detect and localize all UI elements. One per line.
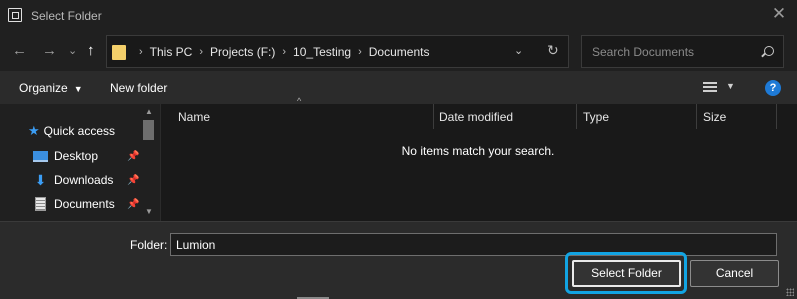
column-header-label: Type	[583, 109, 610, 124]
forward-icon[interactable]: →	[42, 41, 57, 61]
recent-locations-icon[interactable]: ⌄	[68, 41, 77, 61]
sidebar-item-downloads[interactable]: ⬇ Downloads	[33, 170, 114, 190]
organize-button[interactable]: Organize ▼	[19, 81, 83, 95]
address-dropdown-icon[interactable]: ⌄	[514, 44, 523, 57]
app-icon	[8, 8, 22, 22]
search-input[interactable]: Search Documents	[592, 45, 694, 59]
downloads-icon: ⬇	[34, 172, 47, 188]
window-title: Select Folder	[31, 9, 102, 23]
pin-icon[interactable]: 📌	[127, 199, 139, 210]
scrollbar-thumb[interactable]	[143, 120, 154, 140]
navigation-pane-scrollbar[interactable]: ▲ ▼	[141, 104, 156, 221]
desktop-icon	[33, 150, 48, 162]
sidebar-item-label: Desktop	[54, 149, 99, 163]
folder-label: Folder:	[130, 238, 168, 252]
column-header-label: Date modified	[439, 109, 514, 124]
star-icon: ★	[28, 123, 40, 138]
chevron-right-icon[interactable]: ›	[282, 46, 286, 58]
documents-icon	[35, 197, 46, 211]
close-icon[interactable]: ✕	[771, 5, 787, 22]
file-list[interactable]: ^ Name Date modified Type Size No items …	[161, 96, 797, 221]
resize-grip-icon[interactable]	[786, 288, 794, 296]
view-options-icon[interactable]	[703, 82, 717, 93]
scroll-down-icon[interactable]: ▼	[145, 207, 153, 216]
organize-label: Organize	[19, 81, 68, 95]
sidebar-item-quick-access[interactable]: ★ Quick access	[28, 121, 115, 141]
sidebar-item-documents[interactable]: Documents	[35, 194, 115, 214]
pin-icon[interactable]: 📌	[127, 151, 139, 162]
folder-icon	[112, 45, 126, 60]
column-header-label: Name	[178, 109, 211, 124]
search-box[interactable]: Search Documents	[581, 35, 784, 68]
cancel-button[interactable]: Cancel	[690, 260, 779, 287]
breadcrumb-testing[interactable]: 10_Testing	[293, 45, 351, 59]
navigation-bar: ← → ⌄ ↑ › This PC › Projects (F:) › 10_T…	[0, 33, 797, 71]
address-bar[interactable]: › This PC › Projects (F:) › 10_Testing ›…	[106, 35, 569, 68]
empty-message: No items match your search.	[401, 144, 555, 158]
breadcrumb-documents[interactable]: Documents	[369, 45, 430, 59]
sidebar-item-label: Quick access	[43, 124, 116, 138]
scroll-up-icon[interactable]: ▲	[145, 107, 153, 116]
dialog-footer: Folder: Select Folder Cancel	[0, 221, 797, 299]
sidebar-item-label: Downloads	[54, 173, 114, 187]
chevron-right-icon[interactable]: ›	[358, 46, 362, 58]
navigation-pane: ★ Quick access Desktop 📌 ⬇ Downloads 📌 D…	[0, 104, 160, 221]
new-folder-button[interactable]: New folder	[110, 81, 167, 95]
refresh-icon[interactable]: ↻	[547, 42, 559, 59]
column-header-name[interactable]: ^ Name	[161, 96, 434, 129]
caret-down-icon: ▼	[73, 84, 83, 94]
title-bar: Select Folder ✕	[0, 0, 797, 33]
search-icon[interactable]	[764, 46, 774, 56]
select-folder-button[interactable]: Select Folder	[572, 260, 681, 287]
chevron-right-icon[interactable]: ›	[139, 46, 143, 58]
help-icon[interactable]: ?	[765, 80, 781, 96]
breadcrumb-projects[interactable]: Projects (F:)	[210, 45, 275, 59]
pin-icon[interactable]: 📌	[127, 175, 139, 186]
sort-ascending-icon: ^	[297, 96, 302, 106]
column-header-date-modified[interactable]: Date modified	[434, 104, 577, 129]
sidebar-item-label: Documents	[54, 197, 115, 211]
sidebar-item-desktop[interactable]: Desktop	[33, 146, 98, 166]
up-folder-icon[interactable]: ↑	[87, 41, 95, 61]
folder-name-field[interactable]	[170, 233, 777, 256]
chevron-right-icon[interactable]: ›	[199, 46, 203, 58]
column-header-size[interactable]: Size	[697, 104, 777, 129]
back-icon[interactable]: ←	[12, 41, 27, 61]
breadcrumb: › This PC › Projects (F:) › 10_Testing ›…	[132, 36, 429, 67]
column-header-type[interactable]: Type	[577, 104, 697, 129]
caret-down-icon[interactable]: ▼	[726, 81, 735, 91]
breadcrumb-this-pc[interactable]: This PC	[150, 45, 193, 59]
command-bar: Organize ▼ New folder ▼ ?	[0, 71, 797, 104]
column-header-label: Size	[703, 109, 727, 124]
